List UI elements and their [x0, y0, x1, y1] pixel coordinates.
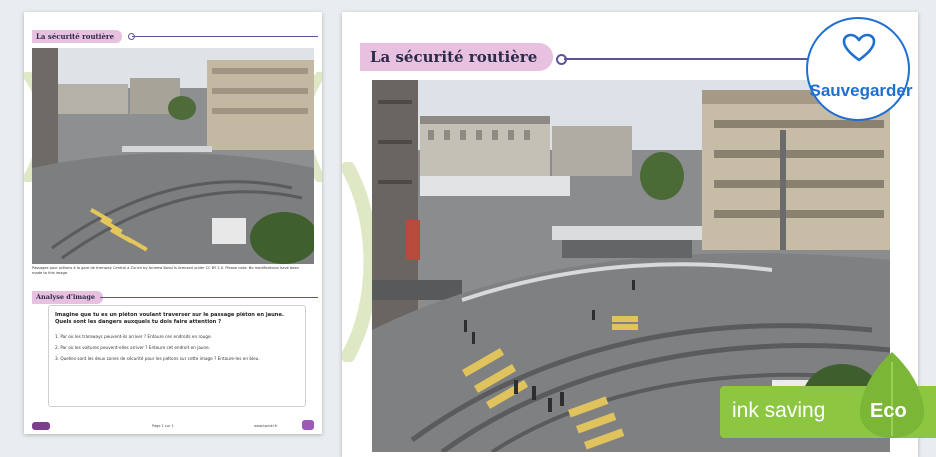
worksheet-thumbnail[interactable]: La sécurité routière Passages pour piéto… [24, 12, 322, 434]
task-item: 2. Par où les voitures peuvent-elles arr… [55, 345, 211, 350]
footer-website: www.twinkl.fr [254, 424, 278, 428]
question-text: Imagine que tu es un piéton voulant trav… [55, 312, 284, 325]
photo-caption: Passages pour piétons à la gare de tramw… [32, 266, 299, 275]
ink-saving-badge[interactable]: ink saving Eco [720, 352, 936, 438]
eco-label: Eco [870, 400, 907, 422]
save-label: Sauvegarder [809, 81, 913, 100]
heart-outline-icon [842, 33, 876, 62]
save-button[interactable]: Sauvegarder [806, 17, 913, 121]
section-line [100, 297, 318, 298]
title-line [132, 36, 318, 37]
footer-mascot-icon [302, 420, 314, 430]
page-title: La sécurité routière [360, 43, 554, 71]
section-title: Analyse d'image [32, 291, 104, 304]
street-photo-thumbnail [32, 48, 314, 264]
task-item: 3. Quelles sont les deux zones de sécuri… [55, 356, 260, 361]
page-number: Page 1 sur 1 [152, 424, 174, 428]
question-box: Imagine que tu es un piéton voulant trav… [48, 305, 306, 407]
task-list: 1. Par où les tramways peuvent-ils arriv… [55, 334, 295, 367]
ink-saving-label: ink saving [732, 399, 826, 422]
task-item: 1. Par où les tramways peuvent-ils arriv… [55, 334, 212, 339]
thumbnail-title: La sécurité routière [32, 30, 123, 43]
eco-leaf-icon [860, 352, 924, 438]
twinkl-logo [32, 422, 50, 430]
